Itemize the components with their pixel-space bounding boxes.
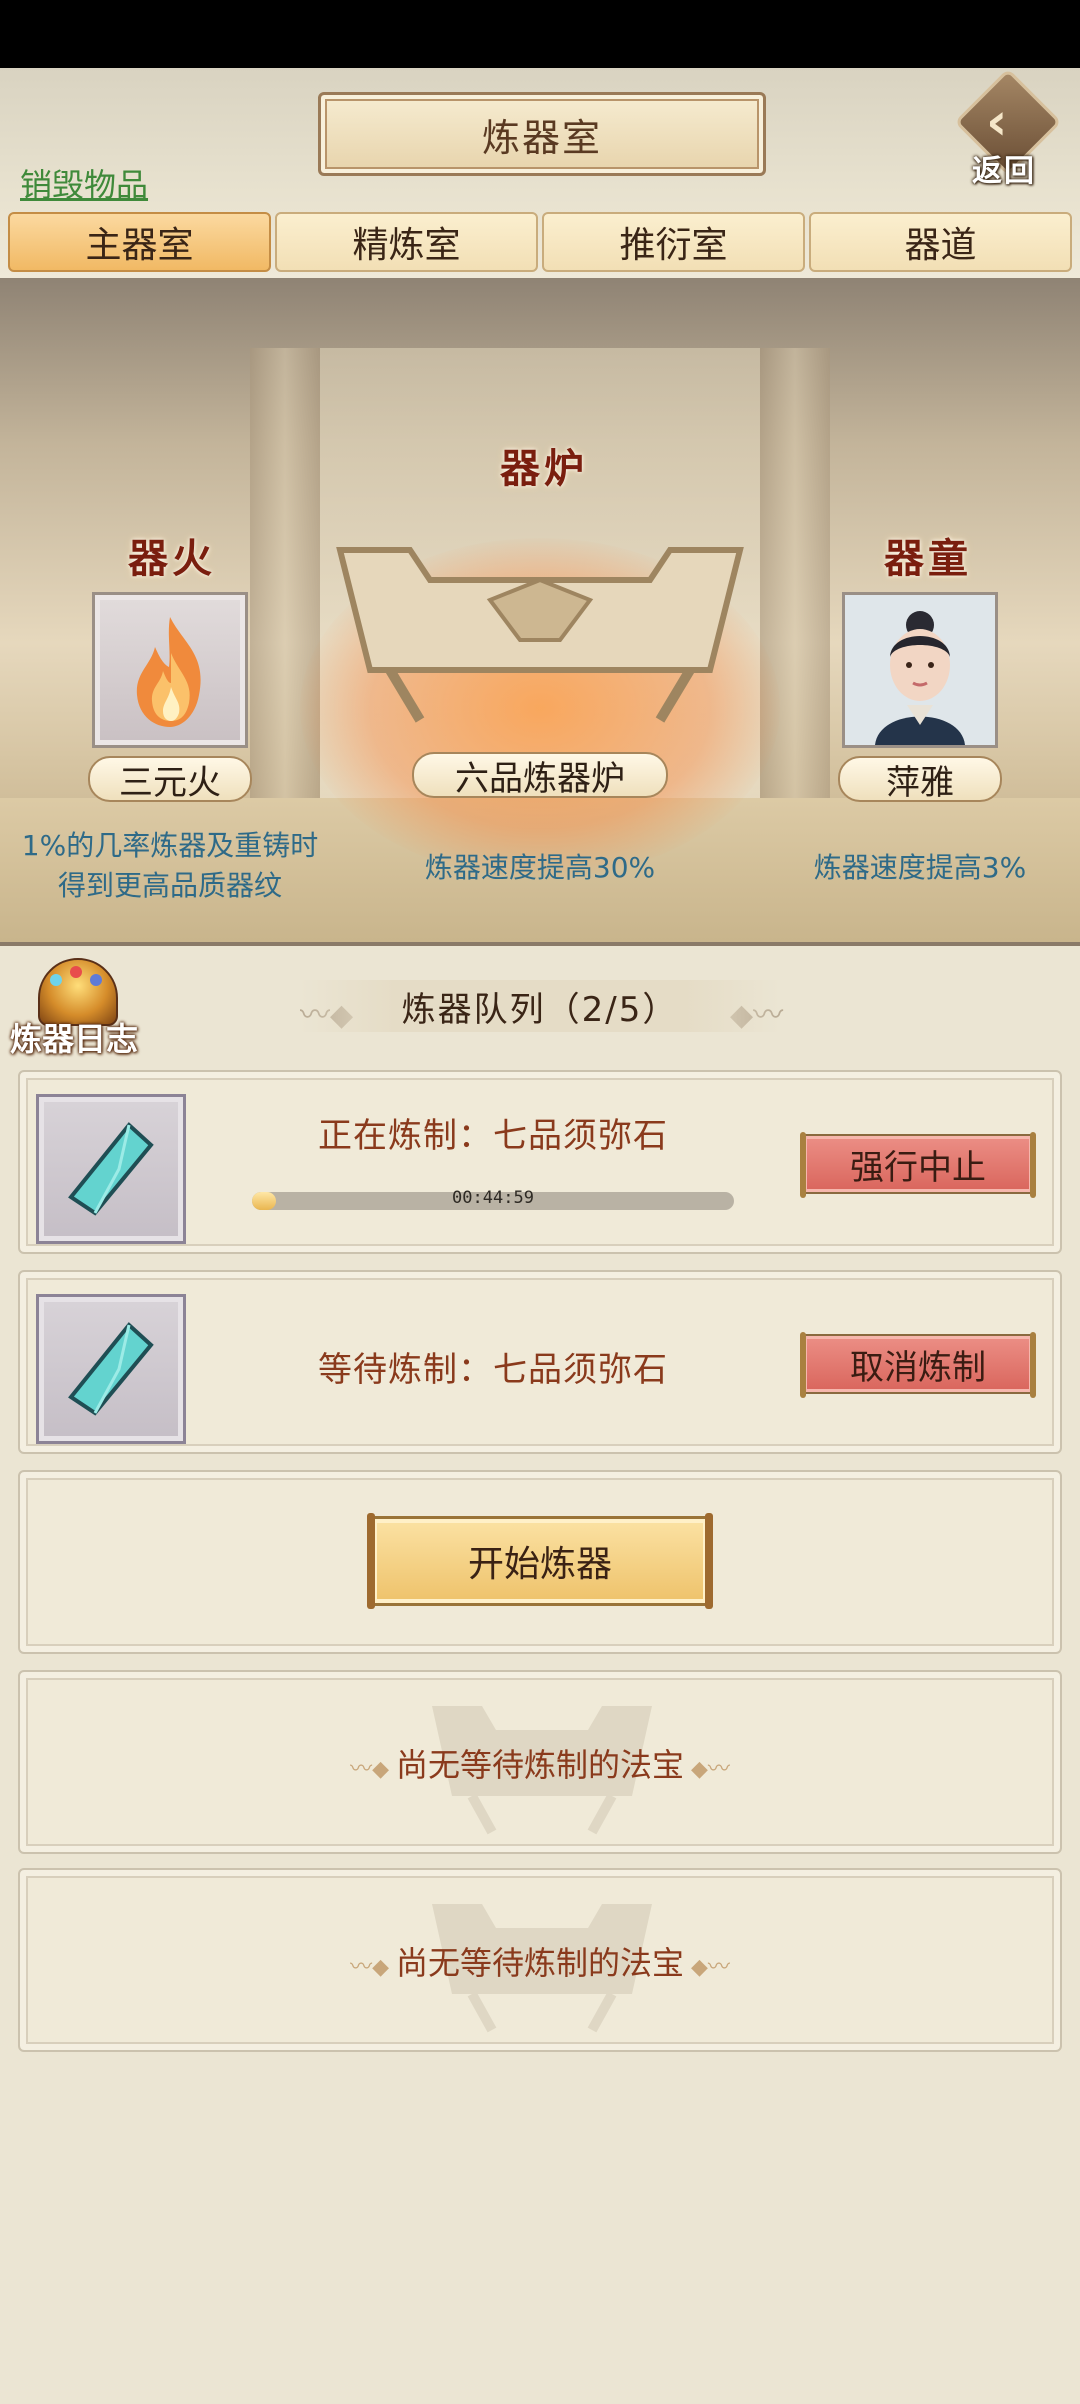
fire-desc-line1: 1%的几率炼器及重铸时 <box>21 829 319 862</box>
start-forge-button[interactable]: 开始炼器 <box>367 1513 713 1609</box>
force-stop-button[interactable]: 强行中止 <box>800 1132 1036 1198</box>
start-forge-label: 开始炼器 <box>467 1544 612 1585</box>
gem-dot <box>70 966 82 978</box>
ornament-right: ◆〰 <box>684 1757 730 1782</box>
assistant-slot[interactable] <box>842 592 998 748</box>
tab-main-room[interactable]: 主器室 <box>8 212 271 272</box>
progress-time: 00:44:59 <box>452 1188 534 1208</box>
page-title: 炼器室 <box>318 92 766 176</box>
destroy-items-link[interactable]: 销毁物品 <box>20 160 148 206</box>
ornament-left: 〰◆ <box>350 1955 396 1980</box>
ornament-left: 〰◆ <box>350 1757 396 1782</box>
forge-log-button[interactable]: 炼器日志 <box>6 958 146 1062</box>
empty-slot-text: 尚无等待炼制的法宝 <box>395 1944 684 1982</box>
furnace-heading: 器炉 <box>500 446 588 492</box>
assistant-portrait <box>845 595 995 745</box>
cancel-forge-label: 取消炼制 <box>850 1347 986 1388</box>
tab-artifact-way[interactable]: 器道 <box>809 212 1072 272</box>
assistant-name: 萍雅 <box>838 756 1002 803</box>
furnace-name: 六品炼器炉 <box>412 752 668 799</box>
cancel-forge-button[interactable]: 取消炼制 <box>800 1332 1036 1398</box>
start-slot-card: 开始炼器 <box>18 1470 1062 1654</box>
gem-dot <box>50 974 62 986</box>
crystal-icon <box>68 1122 154 1216</box>
force-stop-label: 强行中止 <box>850 1147 986 1188</box>
back-button[interactable]: ‹ 返回 <box>954 68 1062 189</box>
empty-slot-message: 〰◆ 尚无等待炼制的法宝 ◆〰 <box>20 1938 1060 1984</box>
fire-description: 1%的几率炼器及重铸时 得到更高品质器纹 <box>0 826 340 906</box>
page-title-text: 炼器室 <box>481 115 602 160</box>
empty-slot-message: 〰◆ 尚无等待炼制的法宝 ◆〰 <box>20 1740 1060 1786</box>
empty-slot-text: 尚无等待炼制的法宝 <box>395 1746 684 1784</box>
empty-slot-card: 〰◆ 尚无等待炼制的法宝 ◆〰 <box>18 1670 1062 1854</box>
active-item-text: 正在炼制：七品须弥石 <box>318 1116 668 1156</box>
tab-label: 推衍室 <box>619 225 728 266</box>
gem-dot <box>90 974 102 986</box>
queue-item-waiting: 等待炼制：七品须弥石 取消炼制 <box>18 1270 1062 1454</box>
fire-name: 三元火 <box>88 756 252 803</box>
fire-heading: 器火 <box>128 536 216 582</box>
empty-slot-card: 〰◆ 尚无等待炼制的法宝 ◆〰 <box>18 1868 1062 2052</box>
back-label: 返回 <box>972 154 1036 189</box>
item-slot[interactable] <box>36 1294 186 1444</box>
queue-item-active: 正在炼制：七品须弥石 00:44:59 强行中止 <box>18 1070 1062 1254</box>
status-bar <box>0 0 1080 68</box>
waiting-item-text: 等待炼制：七品须弥石 <box>318 1350 668 1390</box>
back-arrow-icon: ‹ <box>986 92 1008 152</box>
forge-log-label: 炼器日志 <box>10 1020 139 1058</box>
tab-label: 主器室 <box>85 225 194 266</box>
tab-deduce-room[interactable]: 推衍室 <box>542 212 805 272</box>
assistant-heading: 器童 <box>884 536 972 582</box>
crystal-icon <box>68 1322 154 1416</box>
furnace-name-text: 六品炼器炉 <box>455 758 625 799</box>
fire-slot[interactable] <box>92 592 248 748</box>
item-slot[interactable] <box>36 1094 186 1244</box>
fire-name-text: 三元火 <box>119 762 221 803</box>
assistant-description: 炼器速度提高3% <box>813 851 1027 884</box>
fire-desc-line2: 得到更高品质器纹 <box>57 869 282 902</box>
ornament-right: ◆〰 <box>684 1955 730 1980</box>
cauldron-icon[interactable] <box>330 520 750 740</box>
flame-icon <box>136 617 201 727</box>
queue-title: 炼器队列（2/5） <box>300 980 780 1032</box>
assistant-name-text: 萍雅 <box>886 762 954 803</box>
tab-label: 器道 <box>904 225 977 266</box>
tab-refine-room[interactable]: 精炼室 <box>275 212 538 272</box>
tab-label: 精炼室 <box>352 225 461 266</box>
cauldron-graphic <box>336 547 744 723</box>
furnace-description: 炼器速度提高30% <box>424 851 656 884</box>
